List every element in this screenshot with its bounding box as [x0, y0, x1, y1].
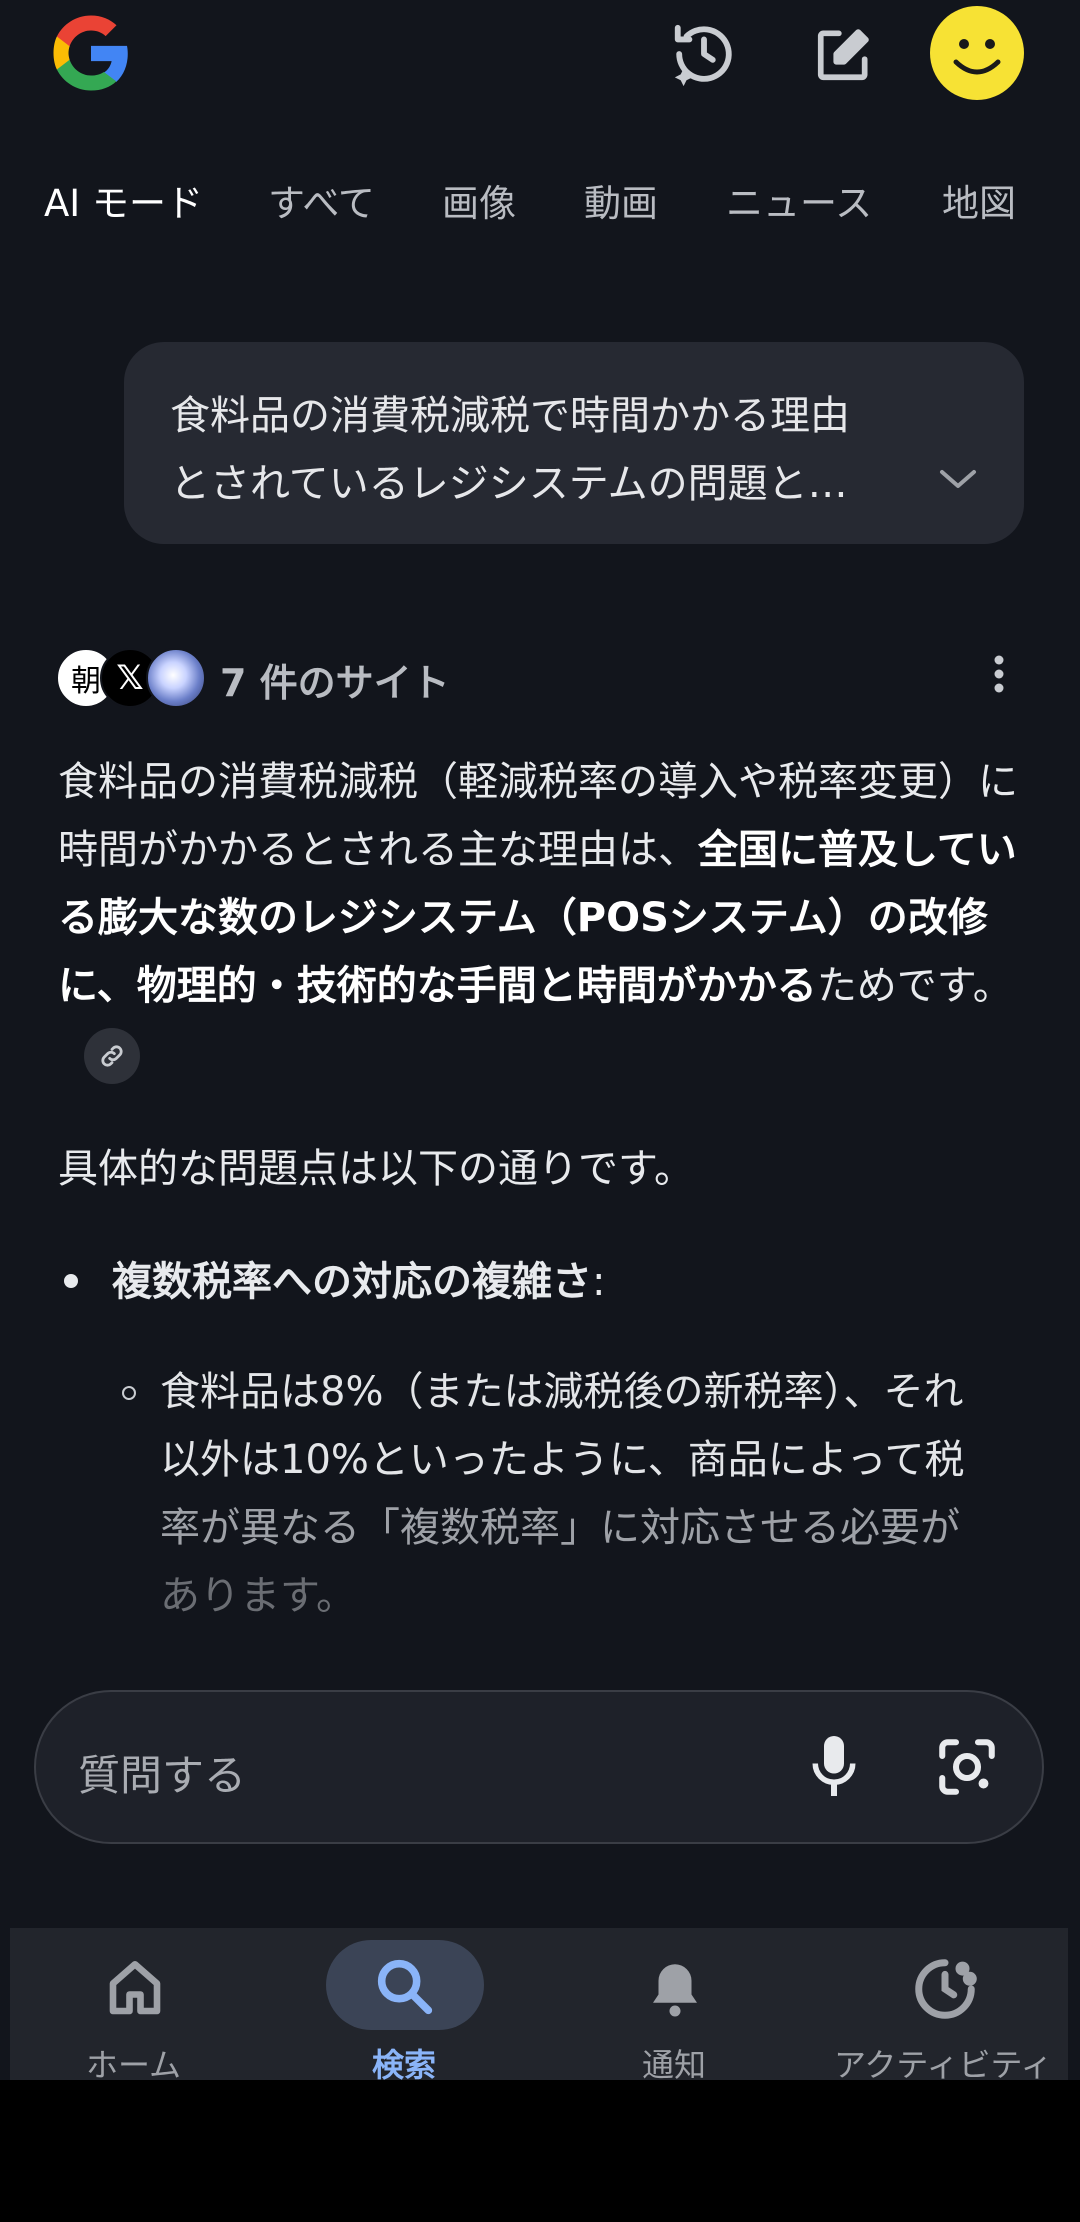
ask-input-placeholder[interactable]: 質問する	[78, 1742, 246, 1803]
google-lens-icon[interactable]	[932, 1734, 1002, 1800]
tab-all[interactable]: すべて	[268, 173, 375, 227]
microphone-icon[interactable]	[804, 1730, 864, 1802]
system-nav-bar	[0, 2080, 1080, 2222]
smiley-face-icon	[953, 39, 1001, 75]
bullet-heading: 複数税率への対応の複雑さ:	[112, 1248, 605, 1316]
query-line-2: とされているレジシステムの問題と…	[170, 461, 848, 507]
answer-paragraph: 食料品の消費税減税（軽減税率の導入や税率変更）に時間がかかるとされる主な理由は、…	[58, 748, 1038, 1088]
tab-ai-mode[interactable]: AI モード	[44, 173, 203, 227]
x-char: 𝕏	[116, 658, 144, 698]
home-icon[interactable]	[100, 1956, 170, 2026]
bullet-heading-text: 複数税率への対応の複雑さ	[112, 1259, 592, 1305]
asahi-char: 朝	[71, 664, 101, 699]
source-globe-icon[interactable]	[146, 648, 206, 708]
sub-line-1: 食料品は8%（または減税後の新税率）、それ	[160, 1369, 964, 1415]
more-vert-icon[interactable]	[984, 650, 1014, 700]
sub-bullet-text: 食料品は8%（または減税後の新税率）、それ 以外は10%といったように、商品によ…	[160, 1358, 1020, 1630]
tab-maps[interactable]: 地図	[942, 173, 1016, 227]
new-chat-edit-icon[interactable]	[804, 14, 884, 94]
bullet-dot	[64, 1274, 78, 1288]
chevron-down-icon[interactable]	[930, 458, 986, 498]
answer-intro-list: 具体的な問題点は以下の通りです。	[58, 1146, 694, 1192]
sub-line-4: あります。	[160, 1573, 356, 1619]
ai-history-icon[interactable]	[664, 14, 744, 94]
bell-icon[interactable]	[640, 1956, 710, 2026]
tab-videos[interactable]: 動画	[584, 173, 658, 227]
query-line-1: 食料品の消費税減税で時間かかる理由	[170, 393, 850, 439]
google-logo[interactable]	[46, 8, 136, 98]
search-icon[interactable]	[370, 1952, 440, 2026]
tab-news[interactable]: ニュース	[726, 173, 872, 227]
sub-bullet-circle	[122, 1386, 136, 1400]
activity-icon[interactable]	[910, 1954, 980, 2028]
sub-line-2: 以外は10%といったように、商品によって税	[160, 1437, 965, 1483]
tab-bar: AI モード すべて 画像 動画 ニュース 地図	[0, 170, 1080, 230]
user-query-bubble[interactable]: 食料品の消費税減税で時間かかる理由 とされているレジシステムの問題と…	[124, 342, 1024, 544]
answer-text-end: ためです。	[816, 963, 1013, 1009]
bullet-colon: :	[592, 1259, 606, 1305]
avatar[interactable]	[930, 6, 1024, 100]
sub-line-3: 率が異なる「複数税率」に対応させる必要が	[160, 1505, 960, 1551]
tab-images[interactable]: 画像	[442, 173, 516, 227]
source-count-label[interactable]: 7 件のサイト	[220, 652, 450, 707]
link-icon[interactable]	[84, 1028, 140, 1084]
